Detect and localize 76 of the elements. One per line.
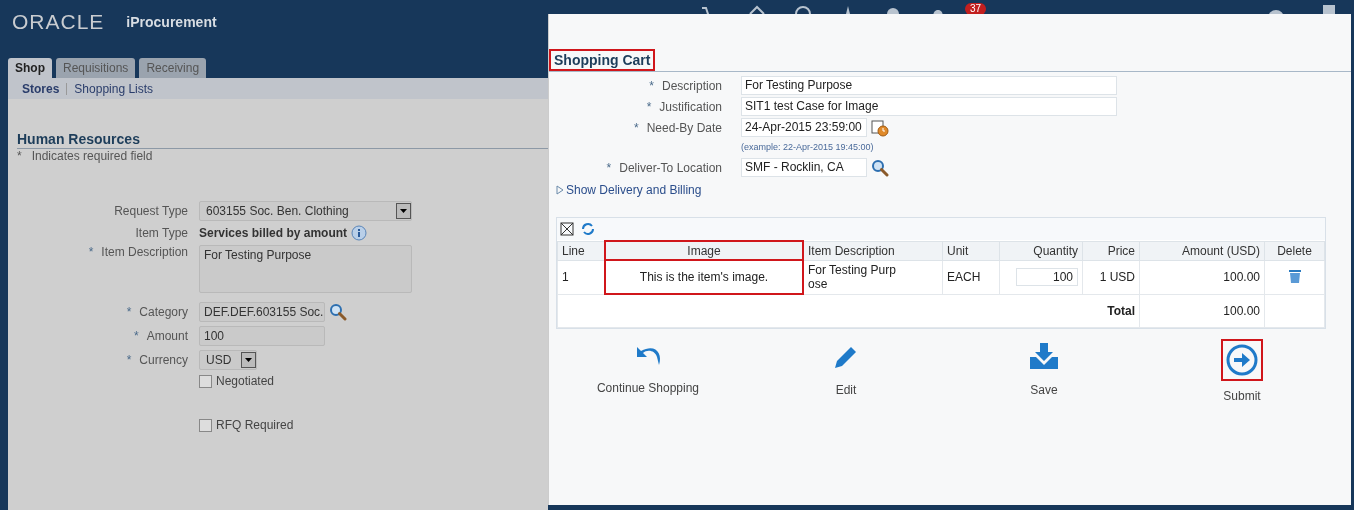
item-type-value: Services billed by amount: [199, 226, 348, 240]
required-mark: *: [633, 120, 639, 135]
location-field[interactable]: SMF - Rocklin, CA: [741, 158, 867, 177]
field-label: Deliver-To Location: [619, 160, 722, 175]
table-cell: 100.00: [1139, 294, 1265, 327]
field-label: Item Type: [135, 226, 188, 240]
app-title: iProcurement: [126, 14, 217, 30]
text-field[interactable]: For Testing Purpose: [741, 76, 1117, 95]
table-cell: 1 USD: [1082, 260, 1140, 294]
column-header: Image: [605, 241, 803, 260]
required-note: Indicates required field: [31, 149, 153, 163]
request-type-select[interactable]: 603155 Soc. Ben. Clothing: [199, 201, 412, 221]
checkbox[interactable]: [199, 374, 212, 388]
column-header: Price: [1082, 241, 1140, 260]
required-mark: *: [133, 329, 139, 343]
table-cell: 100.00: [1139, 260, 1265, 294]
show-delivery-link[interactable]: Show Delivery and Billing: [556, 183, 702, 197]
field-label: Item Description: [101, 245, 188, 259]
download-tray-icon: [1028, 342, 1060, 371]
required-mark: *: [606, 160, 612, 175]
date-field[interactable]: 24-Apr-2015 23:59:00: [741, 118, 867, 137]
required-mark: *: [126, 305, 132, 319]
search-icon[interactable]: [329, 303, 347, 321]
column-header: Line: [557, 241, 605, 260]
table-cell: EACH: [942, 260, 1000, 294]
table-cell: This is the item's image.: [605, 260, 803, 294]
checkbox[interactable]: [199, 418, 212, 432]
refresh-icon[interactable]: [581, 222, 595, 236]
notification-badge: 37: [965, 3, 987, 15]
trash-icon[interactable]: [1287, 267, 1302, 284]
required-mark: *: [17, 149, 22, 163]
subtab-link[interactable]: Shopping Lists: [67, 81, 161, 96]
info-icon[interactable]: [351, 225, 368, 241]
required-mark: *: [126, 353, 132, 367]
subtab-link[interactable]: Stores: [15, 81, 67, 96]
nav-tab[interactable]: Shop: [8, 58, 52, 78]
currency-select[interactable]: USD: [199, 350, 257, 370]
field-label: Need-By Date: [646, 120, 722, 135]
item-description-field[interactable]: For Testing Purpose: [199, 245, 412, 293]
field-label: Amount: [146, 329, 188, 343]
checkbox-label: Negotiated: [216, 374, 275, 388]
expand-icon[interactable]: [559, 221, 575, 237]
category-field[interactable]: DEF.DEF.603155 Soc.: [199, 302, 325, 322]
disclosure-triangle-icon: [556, 185, 564, 195]
column-header: Quantity: [999, 241, 1083, 260]
table-cell-text: For Testing Purpose: [808, 263, 897, 291]
action-button[interactable]: Edit: [747, 338, 945, 403]
column-header: Amount (USD): [1139, 241, 1265, 260]
checkbox-label: RFQ Required: [216, 418, 294, 432]
required-mark: *: [646, 99, 652, 114]
column-header: Delete: [1264, 241, 1325, 260]
amount-field[interactable]: 100: [199, 326, 325, 346]
table-cell: 1: [557, 260, 605, 294]
action-button[interactable]: Continue Shopping: [549, 338, 747, 403]
field-label: Currency: [139, 353, 188, 367]
column-header: Unit: [942, 241, 1000, 260]
text-field[interactable]: SIT1 test Case for Image: [741, 97, 1117, 116]
dropdown-icon: [245, 358, 252, 362]
field-label: Request Type: [114, 204, 188, 218]
quantity-field[interactable]: 100: [1016, 268, 1078, 286]
date-format-hint: (example: 22-Apr-2015 19:45:00): [741, 142, 875, 152]
search-icon[interactable]: [871, 158, 889, 177]
dropdown-icon: [400, 209, 407, 213]
cart-title: Shopping Cart: [549, 49, 656, 71]
table-cell: Total: [557, 294, 1140, 327]
field-label: Description: [661, 78, 722, 93]
section-title: Human Resources: [17, 131, 140, 147]
required-mark: *: [88, 245, 94, 259]
action-button[interactable]: Save: [945, 338, 1143, 403]
required-mark: *: [649, 78, 654, 93]
brand-logo: ORACLE: [12, 10, 105, 34]
column-header: Item Description: [803, 241, 943, 260]
action-button[interactable]: Submit: [1143, 338, 1341, 403]
calendar-clock-icon[interactable]: [871, 118, 889, 137]
field-label: Justification: [659, 99, 722, 114]
field-label: Category: [139, 305, 188, 319]
